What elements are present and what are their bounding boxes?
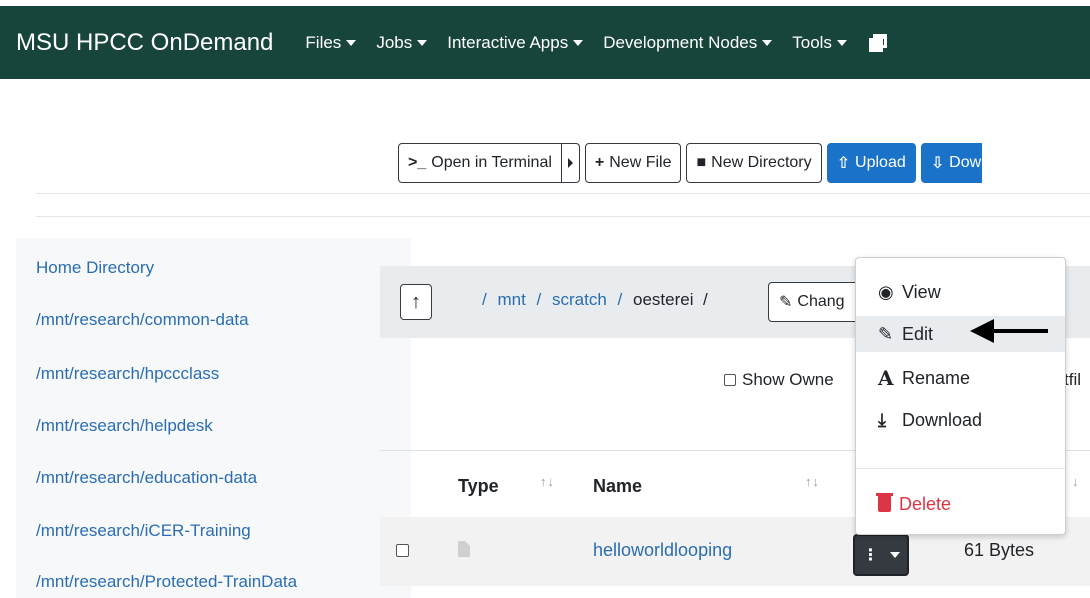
show-owner-checkbox[interactable] [724,374,736,386]
caret-down-icon [573,39,584,46]
menu-divider [856,468,1065,469]
nav-interactive-apps[interactable]: Interactive Apps [447,32,584,53]
divider [36,216,1090,217]
nav-tools-label: Tools [792,32,832,52]
up-directory-button[interactable]: ↑ [400,284,432,320]
show-dotfiles-label[interactable]: tfil [1064,370,1081,390]
download-icon: ⇩ [930,155,945,172]
top-navbar: MSU HPCC OnDemand Files Jobs Interactive… [0,6,1090,79]
eye-icon: ◉ [878,281,894,302]
sort-icon[interactable]: ↑↓ [540,474,555,489]
annotation-arrow-head [970,319,994,343]
crumb-separator: / [617,290,623,309]
sidebar-item-home[interactable]: Home Directory [36,258,154,278]
new-file-button[interactable]: + New File [584,143,682,183]
menu-item-delete-label: Delete [899,493,952,514]
nav-interactive-apps-label: Interactive Apps [447,32,569,52]
file-size: 61 Bytes [964,540,1035,560]
download-button[interactable]: ⇩ Dow [920,143,983,183]
caret-down-icon [762,39,773,46]
nav-development-nodes[interactable]: Development Nodes [603,32,773,53]
crumb-mnt[interactable]: mnt [497,290,525,309]
sidebar-item-icer-training[interactable]: /mnt/research/iCER-Training [36,521,251,541]
caret-right-icon [567,158,573,168]
menu-item-rename-label: Rename [902,367,971,388]
download-icon: ⤓ [878,409,886,430]
nav-development-nodes-label: Development Nodes [603,32,758,52]
ellipsis-vertical-icon: ⋮ [862,547,879,564]
sidebar-item-protected-traindata[interactable]: /mnt/research/Protected-TrainData [36,572,297,592]
column-header-name[interactable]: Name [593,476,642,497]
plus-icon: + [594,154,605,171]
menu-item-edit[interactable]: ✎ Edit [856,316,1065,352]
row-actions-menu: ◉ View ✎ Edit A Rename ⤓ Download Delete [855,257,1066,535]
column-header-type[interactable]: Type [458,476,499,497]
menu-item-rename[interactable]: A Rename [856,360,1065,396]
breadcrumb: / mnt / scratch / oesterei / [476,290,708,310]
menu-item-view-label: View [902,281,941,302]
menu-item-view[interactable]: ◉ View [856,274,1065,310]
show-owner-toggle[interactable]: Show Owne [724,370,834,390]
annotation-arrow [990,329,1048,333]
nav-jobs[interactable]: Jobs [376,32,428,53]
favorites-sidebar: Home Directory /mnt/research/common-data… [16,238,411,598]
menu-item-edit-label: Edit [902,323,934,344]
open-terminal-label: Open in Terminal [431,154,552,171]
open-terminal-group: >_ Open in Terminal [398,143,580,183]
arrow-up-icon: ↑ [411,290,421,313]
crumb-separator: / [536,290,542,309]
divider [36,193,1090,194]
row-actions-button[interactable]: ⋮ [853,534,909,576]
edit-icon: ✎ [779,294,793,311]
upload-button[interactable]: ⇧ Upload [826,143,916,183]
crumb-scratch[interactable]: scratch [552,290,607,309]
caret-down-icon [836,39,847,46]
caret-down-icon [417,39,428,46]
caret-down-icon [346,39,357,46]
menu-item-download-label: Download [902,409,983,430]
sidebar-item-hpccclass[interactable]: /mnt/research/hpccclass [36,364,219,384]
sort-icon[interactable]: ↑↓ [805,474,820,489]
folder-plus-icon: ■ [696,154,707,171]
change-directory-label: Chang [797,293,845,310]
brand-link[interactable]: MSU HPCC OnDemand [16,29,273,57]
file-toolbar: >_ Open in Terminal + New File ■ New Dir… [398,143,987,183]
sidebar-item-common-data[interactable]: /mnt/research/common-data [36,310,249,330]
caret-down-icon [889,552,900,558]
nav-files[interactable]: Files [305,32,357,53]
open-terminal-button[interactable]: >_ Open in Terminal [398,143,562,183]
row-checkbox[interactable] [396,544,409,557]
crumb-separator: / [698,290,708,309]
terminal-icon: >_ [408,154,427,171]
file-icon [458,541,470,557]
file-name-link[interactable]: helloworldlooping [593,540,732,561]
terminal-dropdown-toggle[interactable] [561,143,580,183]
menu-item-download[interactable]: ⤓ Download [856,402,1065,438]
sidebar-item-helpdesk[interactable]: /mnt/research/helpdesk [36,416,213,436]
download-label: Dow [949,154,982,171]
new-directory-button[interactable]: ■ New Directory [686,143,822,183]
show-owner-label: Show Owne [742,370,834,389]
crumb-separator: / [482,290,487,309]
crumb-current: oesterei [633,290,694,309]
font-icon: A [878,366,894,390]
menu-item-delete[interactable]: Delete [856,486,1065,522]
sidebar-item-education-data[interactable]: /mnt/research/education-data [36,468,257,488]
upload-label: Upload [855,154,906,171]
edit-icon: ✎ [878,323,894,344]
nav-tools[interactable]: Tools [792,33,847,53]
upload-icon: ⇧ [836,155,851,172]
nav-jobs-label: Jobs [376,32,413,52]
new-directory-label: New Directory [711,154,812,171]
nav-files-label: Files [305,32,342,52]
sort-icon[interactable]: ↓ [1072,474,1080,489]
sessions-icon[interactable] [868,33,887,52]
new-file-label: New File [609,154,672,171]
trash-icon [876,493,893,512]
